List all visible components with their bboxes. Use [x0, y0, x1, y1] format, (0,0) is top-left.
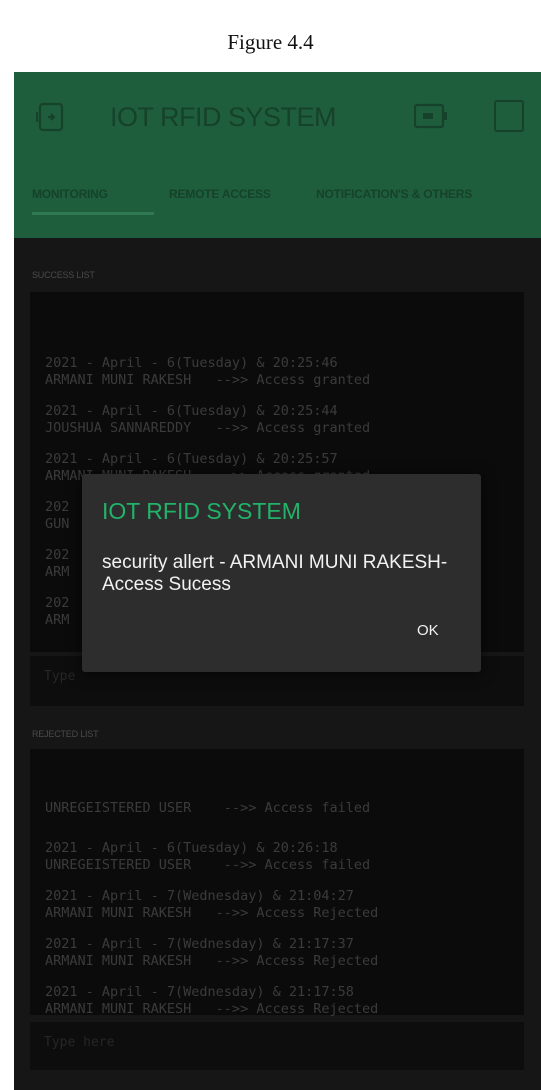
alert-dialog: IOT RFID SYSTEM security allert - ARMANI… [82, 474, 481, 672]
input-placeholder: Type [44, 669, 76, 684]
battery-icon[interactable] [414, 103, 448, 129]
tab-remote-access[interactable]: REMOTE ACCESS [169, 187, 271, 201]
tab-monitoring[interactable]: MONITORING [32, 187, 108, 201]
input-placeholder: Type here [44, 1035, 115, 1050]
dialog-message: security allert - ARMANI MUNI RAKESH-Acc… [102, 552, 448, 595]
dialog-title: IOT RFID SYSTEM [102, 498, 301, 524]
rejected-list-terminal[interactable]: UNREGEISTERED USER -->> Access failed 20… [30, 749, 524, 1017]
rejected-input-field[interactable]: Type here [30, 1022, 524, 1070]
phone-screen: IOT RFID SYSTEM MONITORING REMOTE ACCESS… [14, 72, 541, 1090]
success-list-label: SUCCESS LIST [32, 270, 95, 280]
ok-button[interactable]: OK [417, 622, 439, 639]
device-back-icon[interactable] [36, 102, 66, 132]
active-tab-indicator [32, 212, 154, 215]
app-header: IOT RFID SYSTEM MONITORING REMOTE ACCESS… [14, 72, 541, 238]
figure-caption: Figure 4.4 [227, 30, 314, 54]
tab-notifications-others[interactable]: NOTIFICATION'S & OTHERS [316, 187, 472, 201]
app-title: IOT RFID SYSTEM [110, 102, 337, 132]
rejected-list-label: REJECTED LIST [32, 729, 99, 739]
square-icon[interactable] [494, 100, 524, 132]
